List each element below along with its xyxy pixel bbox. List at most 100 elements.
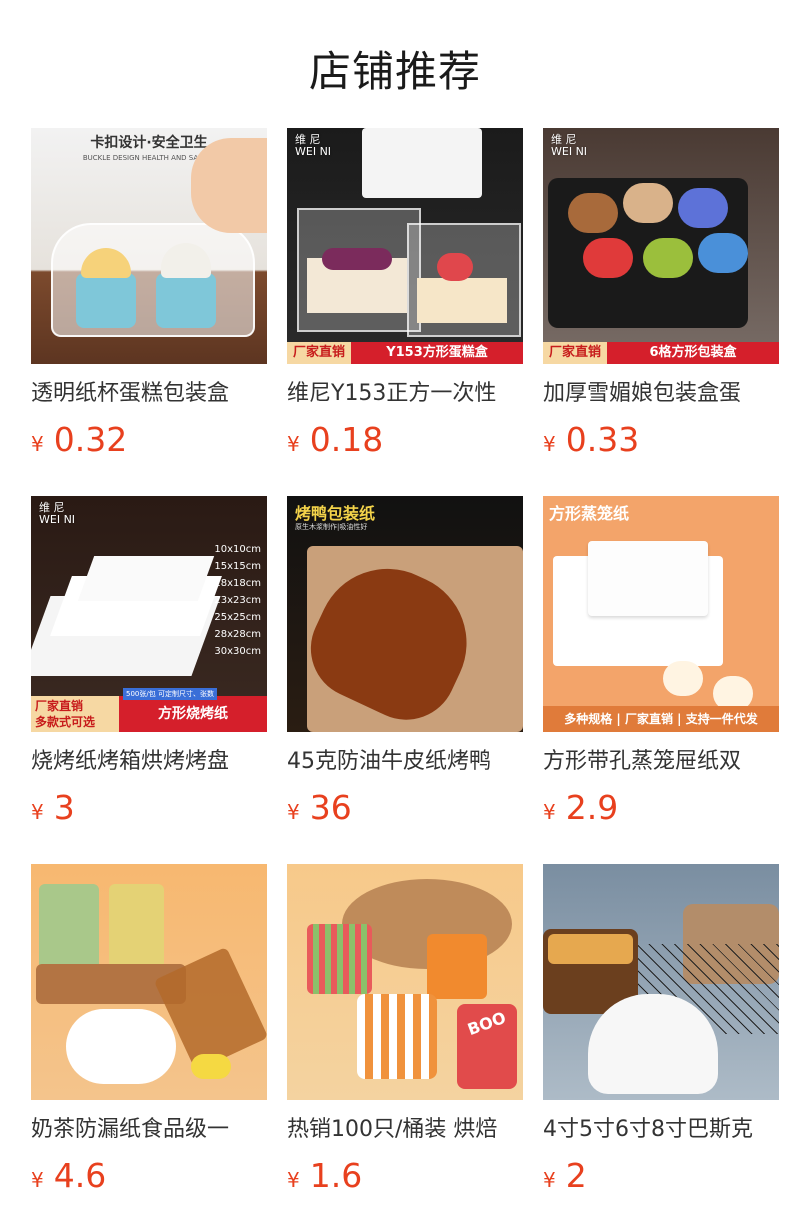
product-card[interactable]: 维 尼 WEI NI 厂家直销 Y153方形蛋糕盒 维尼Y153正方一次性 ¥ … <box>287 128 523 496</box>
product-title[interactable]: 方形带孔蒸笼屉纸双 <box>543 748 779 776</box>
paper-circles <box>66 1009 176 1084</box>
banner-left: 厂家直销 <box>543 342 608 364</box>
strawberry <box>437 253 473 281</box>
brand-label: 维 尼 WEI NI <box>295 133 332 158</box>
product-price: 36 <box>309 788 352 827</box>
product-image[interactable] <box>31 864 267 1100</box>
banner-right: 6格方形包装盒 <box>607 342 779 364</box>
price-row: ¥ 0.33 <box>543 420 779 459</box>
price-row: ¥ 3 <box>31 788 267 827</box>
price-row: ¥ 4.6 <box>31 1156 267 1195</box>
product-card[interactable]: 维 尼 WEI NI 10x10cm 15x15cm 18x18cm 23x23… <box>31 496 267 864</box>
banner-left: 厂家直销 多款式可选 <box>31 696 119 732</box>
product-price: 0.18 <box>309 420 384 459</box>
page-title: 店铺推荐 <box>308 47 481 96</box>
price-row: ¥ 36 <box>287 788 523 827</box>
paper-stack-3 <box>77 556 215 601</box>
product-price: 3 <box>53 788 75 827</box>
product-card[interactable]: 奶茶防漏纸食品级一 ¥ 4.6 <box>31 864 267 1232</box>
product-image[interactable] <box>543 864 779 1100</box>
product-title[interactable]: 4寸5寸6寸8寸巴斯克 <box>543 1116 779 1144</box>
cupcake-right <box>156 273 216 328</box>
product-image[interactable]: 维 尼 WEI NI 厂家直销 6格方形包装盒 <box>543 128 779 364</box>
product-title[interactable]: 奶茶防漏纸食品级一 <box>31 1116 267 1144</box>
size-list: 10x10cm 15x15cm 18x18cm 23x23cm 25x25cm … <box>214 541 261 660</box>
price-row: ¥ 2 <box>543 1156 779 1195</box>
price-row: ¥ 1.6 <box>287 1156 523 1195</box>
size-item: 15x15cm <box>214 561 261 572</box>
macaron-2 <box>623 183 673 223</box>
promo-banner: 厂家直销 Y153方形蛋糕盒 <box>287 342 523 364</box>
product-image[interactable]: 烤鸭包装纸 原生木浆制作|吸油性好 <box>287 496 523 732</box>
banner-right: Y153方形蛋糕盒 <box>351 342 523 364</box>
cup-2 <box>427 934 487 999</box>
currency-symbol: ¥ <box>287 1168 300 1192</box>
macaron-1 <box>568 193 618 233</box>
size-item: 25x25cm <box>214 612 261 623</box>
price-row: ¥ 0.32 <box>31 420 267 459</box>
product-card[interactable]: 4寸5寸6寸8寸巴斯克 ¥ 2 <box>543 864 779 1232</box>
brand-label: 维 尼 WEI NI <box>551 133 588 158</box>
currency-symbol: ¥ <box>543 800 556 824</box>
product-title[interactable]: 加厚雪媚娘包装盒蛋 <box>543 380 779 408</box>
product-image[interactable]: 卡扣设计·安全卫生 BUCKLE DESIGN HEALTH AND SAFET… <box>31 128 267 364</box>
currency-symbol: ¥ <box>31 432 44 456</box>
berries <box>322 248 392 270</box>
cupcake-left <box>76 273 136 328</box>
product-price: 2.9 <box>565 788 619 827</box>
product-image[interactable]: 方形蒸笼纸 多种规格 | 厂家直销 | 支持一件代发 <box>543 496 779 732</box>
currency-symbol: ¥ <box>543 1168 556 1192</box>
product-price: 2 <box>565 1156 587 1195</box>
product-grid: 卡扣设计·安全卫生 BUCKLE DESIGN HEALTH AND SAFET… <box>31 128 779 1232</box>
currency-symbol: ¥ <box>287 800 300 824</box>
currency-symbol: ¥ <box>31 800 44 824</box>
currency-symbol: ¥ <box>287 432 300 456</box>
product-title[interactable]: 烧烤纸烤箱烘烤烤盘 <box>31 748 267 776</box>
price-row: ¥ 2.9 <box>543 788 779 827</box>
product-price: 0.32 <box>53 420 128 459</box>
product-price: 4.6 <box>53 1156 107 1195</box>
size-item: 30x30cm <box>214 646 261 657</box>
white-box <box>362 128 482 198</box>
white-liners <box>588 994 718 1094</box>
product-title[interactable]: 热销100只/桶装 烘焙 <box>287 1116 523 1144</box>
bun-1 <box>663 661 703 696</box>
cup-yellow <box>109 884 164 974</box>
image-subline: 多种规格 | 厂家直销 | 支持一件代发 <box>543 706 779 732</box>
lemon <box>191 1054 231 1079</box>
product-image[interactable]: BOO <box>287 864 523 1100</box>
macaron-5 <box>643 238 693 278</box>
brand-label: 维 尼 WEI NI <box>39 501 76 526</box>
banner-right: 方形烧烤纸 <box>158 706 228 722</box>
macaron-6 <box>698 233 748 273</box>
product-title[interactable]: 维尼Y153正方一次性 <box>287 380 523 408</box>
promo-banner: 厂家直销 6格方形包装盒 <box>543 342 779 364</box>
macaron-3 <box>678 188 728 228</box>
image-headline: 烤鸭包装纸 <box>295 504 376 523</box>
cup-3 <box>357 994 437 1079</box>
size-item: 10x10cm <box>214 544 261 555</box>
size-item: 18x18cm <box>214 578 261 589</box>
product-card[interactable]: 烤鸭包装纸 原生木浆制作|吸油性好 45克防油牛皮纸烤鸭 ¥ 36 <box>287 496 523 864</box>
size-item: 28x28cm <box>214 629 261 640</box>
product-image[interactable]: 维 尼 WEI NI 厂家直销 Y153方形蛋糕盒 <box>287 128 523 364</box>
currency-symbol: ¥ <box>31 1168 44 1192</box>
product-card[interactable]: BOO 热销100只/桶装 烘焙 ¥ 1.6 <box>287 864 523 1232</box>
product-card[interactable]: 维 尼 WEI NI 厂家直销 6格方形包装盒 加厚雪媚娘包装盒蛋 ¥ 0.33 <box>543 128 779 496</box>
price-row: ¥ 0.18 <box>287 420 523 459</box>
cup-1 <box>307 924 372 994</box>
image-subline: 原生木浆制作|吸油性好 <box>295 523 368 531</box>
banner-left: 厂家直销 <box>287 342 352 364</box>
product-image[interactable]: 维 尼 WEI NI 10x10cm 15x15cm 18x18cm 23x23… <box>31 496 267 732</box>
hand <box>191 138 267 233</box>
product-card[interactable]: 卡扣设计·安全卫生 BUCKLE DESIGN HEALTH AND SAFET… <box>31 128 267 496</box>
cheesecake-top <box>548 934 633 964</box>
steamer-paper-2 <box>588 541 708 616</box>
size-item: 23x23cm <box>214 595 261 606</box>
cake-right <box>417 278 507 323</box>
product-title[interactable]: 透明纸杯蛋糕包装盒 <box>31 380 267 408</box>
product-price: 0.33 <box>565 420 640 459</box>
product-title[interactable]: 45克防油牛皮纸烤鸭 <box>287 748 523 776</box>
product-card[interactable]: 方形蒸笼纸 多种规格 | 厂家直销 | 支持一件代发 方形带孔蒸笼屉纸双 ¥ 2… <box>543 496 779 864</box>
image-headline: 方形蒸笼纸 <box>549 504 630 523</box>
